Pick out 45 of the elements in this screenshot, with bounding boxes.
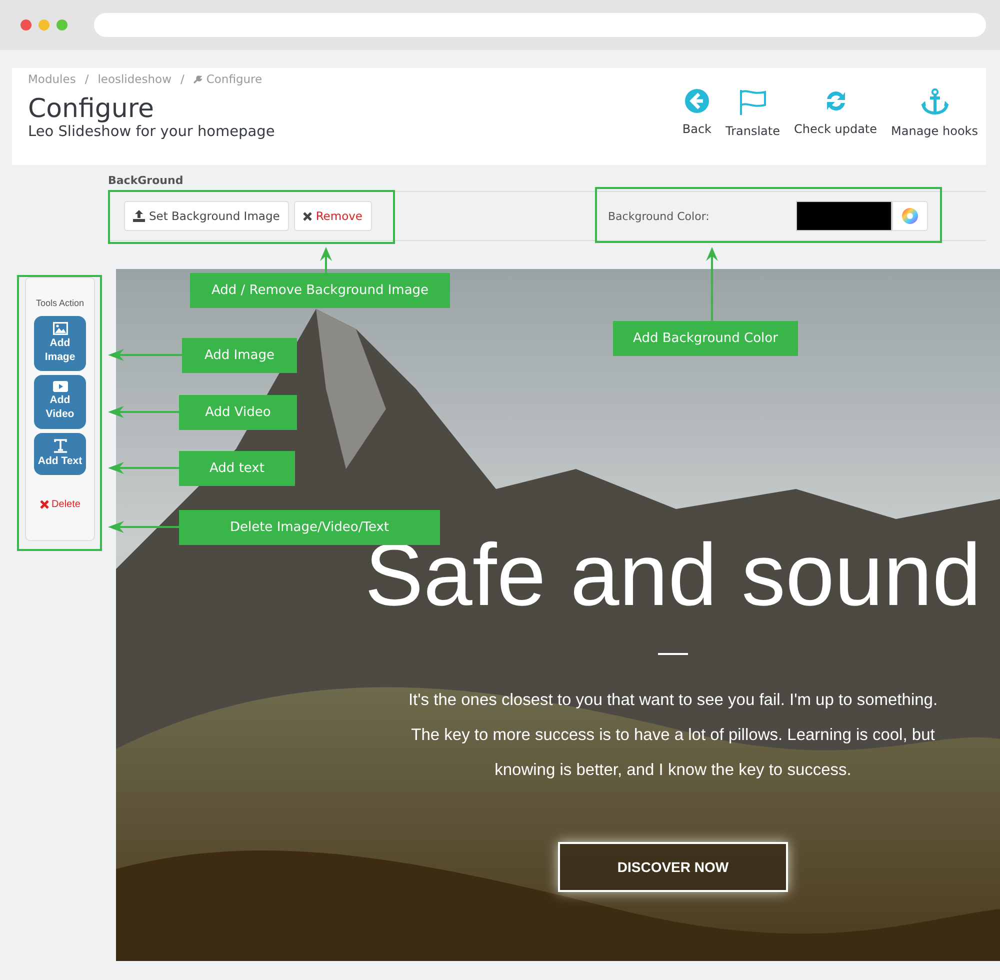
callout-label: Add Background Color [613,321,798,356]
callout-label: Add / Remove Background Image [190,273,450,308]
breadcrumb-link[interactable]: Modules [28,72,76,86]
panel-title: Tools Action [36,298,84,308]
delete-button[interactable]: Delete [40,499,80,510]
video-icon [52,381,68,392]
color-wheel-icon [901,207,919,225]
remove-button[interactable]: Remove [294,201,372,231]
color-swatch[interactable] [796,201,892,231]
toolbar-button[interactable]: Manage hooks [891,88,978,138]
arrow [108,521,179,533]
color-picker-button[interactable] [892,201,928,231]
field-label: Background Color: [608,210,710,222]
tool-button[interactable]: Add Video [34,375,86,429]
breadcrumb-separator: / [84,72,89,86]
callout-label: Add Image [182,338,297,373]
tool-button[interactable]: Add Image [34,316,86,372]
breadcrumb-separator: / [180,72,184,86]
section-heading: BackGround [108,174,986,192]
text-icon [52,438,68,453]
toolbar-button[interactable]: Back [682,88,712,136]
close-icon [302,212,312,220]
arrow [320,247,332,273]
callout-label: Delete Image/Video/Text [179,510,440,545]
arrow [108,462,179,474]
breadcrumb-link[interactable]: Configure [206,72,262,86]
tool-button[interactable]: Add Text [34,432,86,476]
arrow [108,406,179,418]
close-icon [40,500,49,510]
discover-button[interactable]: DISCOVER NOW [558,842,788,892]
image-icon [52,322,68,335]
page-title: Configure [28,94,156,124]
anchor-icon [920,88,950,116]
slide-text: It's the ones closest to you that want to see you fail. I'm up to something. The key to more success is to have a lot of pillows. Learning is cool, but knowing is better, and I know the key to success. [407,690,939,781]
set-background-button[interactable]: Set Background Image [124,201,289,231]
page-subtitle: Leo Slideshow for your homepage [28,124,275,140]
toolbar-button[interactable]: Translate [726,88,780,138]
divider-line [658,653,688,655]
callout-label: Add Video [179,395,297,430]
upload-icon [133,210,145,222]
callout-label: Add text [179,451,295,486]
wrench-icon [193,74,204,84]
toolbar-button[interactable]: Check update [794,88,878,136]
flag-icon [738,88,768,116]
breadcrumb-link[interactable]: leoslideshow [98,72,172,86]
